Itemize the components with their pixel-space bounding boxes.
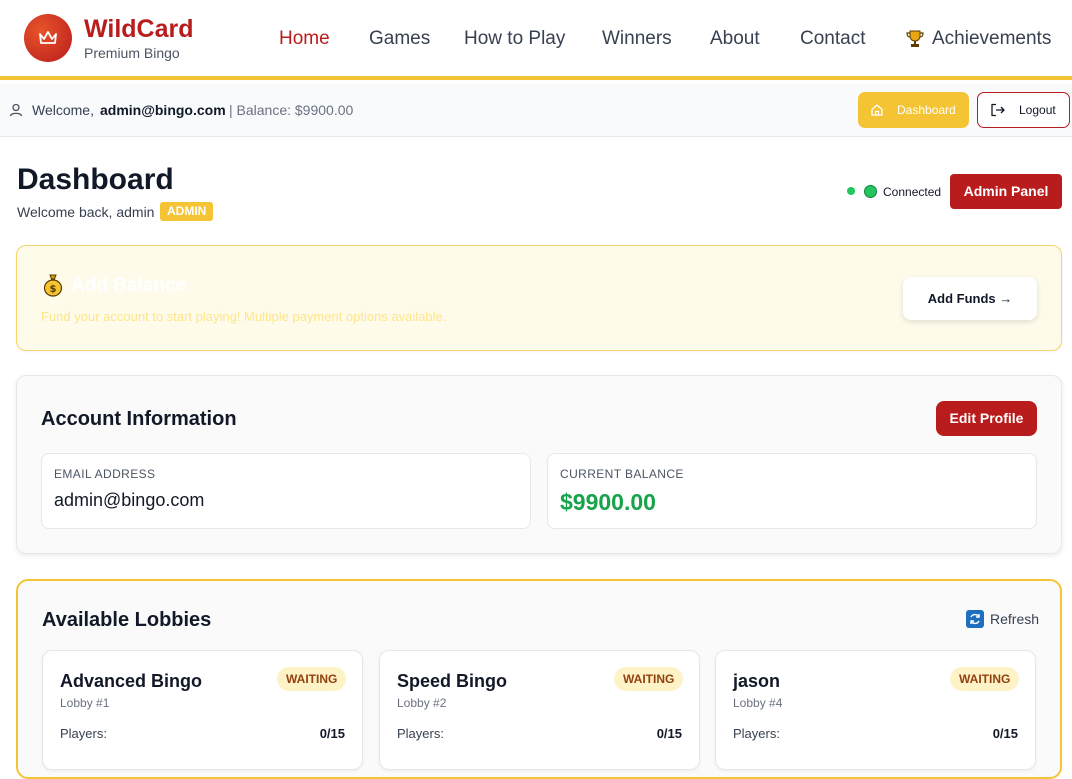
crown-icon: [39, 31, 57, 44]
lobby-id: Lobby #1: [60, 696, 110, 710]
add-funds-button[interactable]: Add Funds →: [903, 277, 1037, 320]
email-label: EMAIL ADDRESS: [54, 467, 156, 481]
connection-status: Connected: [883, 185, 942, 199]
lobby-players-value: 0/15: [319, 726, 345, 741]
nav-home[interactable]: Home: [279, 27, 330, 51]
refresh-icon[interactable]: [966, 610, 984, 628]
logout-button-label: Logout: [1019, 103, 1056, 117]
nav-achievements[interactable]: Achievements: [905, 27, 1051, 51]
nav-contact[interactable]: Contact: [800, 27, 865, 51]
add-balance-description: Fund your account to start playing! Mult…: [41, 309, 447, 324]
lobby-id: Lobby #4: [733, 696, 783, 710]
lobby-players-value: 0/15: [656, 726, 682, 741]
page-subtitle: Welcome back, admin: [17, 204, 155, 220]
home-icon: [871, 104, 883, 116]
lobby-status-badge: WAITING: [614, 667, 684, 691]
welcome-email: admin@bingo.com: [100, 102, 226, 118]
lobby-name: jason: [733, 671, 781, 691]
connection-indicator-icon: [864, 185, 877, 198]
lobby-players-value: 0/15: [992, 726, 1018, 741]
lobby-status-badge: WAITING: [950, 667, 1020, 691]
nav-about[interactable]: About: [710, 27, 760, 51]
trophy-icon: [906, 30, 924, 47]
account-title: Account Information: [41, 408, 237, 430]
user-icon: [9, 103, 23, 117]
lobby-card[interactable]: Speed Bingo Lobby #2 WAITING Players: 0/…: [379, 650, 700, 770]
refresh-arrows-icon: [970, 613, 980, 625]
top-navigation: WildCard Premium Bingo Home Games How to…: [0, 0, 1072, 80]
brand-subtitle: Premium Bingo: [84, 45, 180, 61]
dashboard-button-label: Dashboard: [897, 103, 956, 117]
nav-winners[interactable]: Winners: [602, 27, 672, 51]
money-bag-icon: $: [43, 274, 63, 297]
logout-button[interactable]: Logout: [977, 92, 1070, 128]
lobby-id: Lobby #2: [397, 696, 447, 710]
role-badge: ADMIN: [160, 202, 214, 221]
welcome-text: Welcome,: [32, 102, 94, 118]
page-title: Dashboard: [17, 163, 174, 196]
email-value: admin@bingo.com: [54, 490, 205, 510]
welcome-balance: | Balance: $9900.00: [229, 102, 354, 118]
nav-how-to-play[interactable]: How to Play: [464, 27, 565, 51]
status-dot: [847, 187, 855, 195]
nav-games[interactable]: Games: [369, 27, 430, 51]
lobby-players-label: Players:: [397, 726, 444, 741]
dashboard-button[interactable]: Dashboard: [858, 92, 969, 128]
balance-value: $9900.00: [560, 489, 656, 515]
brand-name: WildCard: [84, 15, 194, 43]
lobby-name: Speed Bingo: [397, 671, 508, 691]
lobby-players-label: Players:: [60, 726, 107, 741]
lobby-players-label: Players:: [733, 726, 780, 741]
lobby-name: Advanced Bingo: [60, 671, 203, 691]
lobby-card[interactable]: Advanced Bingo Lobby #1 WAITING Players:…: [42, 650, 363, 770]
lobby-status-badge: WAITING: [277, 667, 347, 691]
welcome-bar: Welcome, admin@bingo.com | Balance: $990…: [0, 84, 1072, 137]
svg-text:$: $: [50, 284, 57, 295]
refresh-button[interactable]: Refresh: [990, 611, 1039, 627]
lobbies-title: Available Lobbies: [42, 609, 212, 631]
nav-achievements-label: Achievements: [932, 28, 1052, 49]
add-balance-title: Add Balance: [71, 275, 187, 296]
logout-icon: [991, 103, 1005, 117]
logo[interactable]: [24, 14, 72, 62]
lobby-card[interactable]: jason Lobby #4 WAITING Players: 0/15: [715, 650, 1036, 770]
admin-panel-button[interactable]: Admin Panel: [950, 174, 1062, 209]
brand[interactable]: WildCard Premium Bingo: [84, 14, 194, 62]
balance-label: CURRENT BALANCE: [560, 467, 684, 481]
edit-profile-button[interactable]: Edit Profile: [936, 401, 1037, 436]
